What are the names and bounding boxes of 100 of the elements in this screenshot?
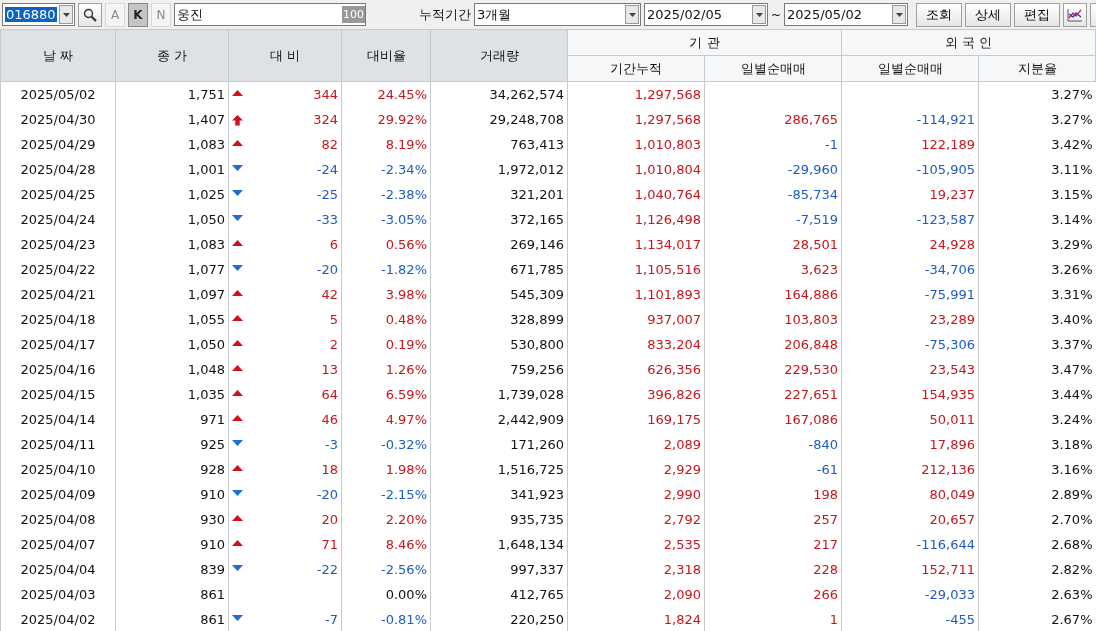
volume-cell: 997,337 (430, 556, 568, 582)
foreign-daily-cell: 122,189 (921, 136, 975, 152)
change-rate-cell: -2.15% (341, 481, 431, 507)
date-cell: 2025/04/02 (0, 606, 116, 631)
change-rate-cell: 0.48% (341, 306, 431, 332)
date-cell: 2025/04/30 (0, 106, 116, 132)
foreign-share-cell: 2.82% (978, 556, 1096, 582)
foreign-daily-cell: 212,136 (921, 461, 975, 477)
volume-cell: 1,739,028 (430, 381, 568, 407)
institution-cumulative-cell: 2,535 (567, 531, 705, 557)
change-cell: -7 (325, 611, 338, 627)
volume-cell: 1,648,134 (430, 531, 568, 557)
date-cell: 2025/04/28 (0, 156, 116, 182)
foreign-share-cell: 3.27% (978, 106, 1096, 132)
date-separator: ~ (771, 7, 782, 22)
change-rate-cell: 0.19% (341, 331, 431, 357)
institution-cumulative-cell: 396,826 (567, 381, 705, 407)
price-cell: 1,048 (115, 356, 229, 382)
foreign-share-cell: 3.16% (978, 456, 1096, 482)
foreign-daily-cell: 24,928 (929, 236, 975, 252)
foreign-daily-cell: 20,657 (929, 511, 975, 527)
date-cell: 2025/04/11 (0, 431, 116, 457)
foreign-daily-cell: -114,921 (916, 111, 975, 127)
date-cell: 2025/04/29 (0, 131, 116, 157)
institution-daily-cell: 3,623 (800, 261, 838, 277)
foreign-share-cell: 3.42% (978, 131, 1096, 157)
institution-daily-cell: -61 (816, 461, 838, 477)
end-date-field[interactable]: 2025/05/02 (784, 3, 909, 26)
change-rate-cell: -2.56% (341, 556, 431, 582)
institution-cumulative-cell: 1,824 (567, 606, 705, 631)
volume-cell: 545,309 (430, 281, 568, 307)
change-rate-cell: -2.34% (341, 156, 431, 182)
change-rate-cell: -3.05% (341, 206, 431, 232)
change-cell: -3 (325, 436, 338, 452)
foreign-daily-cell: 80,049 (929, 486, 975, 502)
institution-daily-cell: 28,501 (792, 236, 838, 252)
chart-button[interactable] (1063, 2, 1087, 27)
date-cell: 2025/05/02 (0, 81, 116, 107)
date-cell: 2025/04/09 (0, 481, 116, 507)
foreign-share-cell: 3.14% (978, 206, 1096, 232)
column-header: 대비율 (341, 29, 431, 82)
date-cell: 2025/04/07 (0, 531, 116, 557)
date-cell: 2025/04/04 (0, 556, 116, 582)
toolbar-button[interactable]: 편집 (1014, 2, 1060, 27)
price-cell: 925 (115, 431, 229, 457)
price-cell: 861 (115, 581, 229, 607)
institution-cumulative-cell: 2,318 (567, 556, 705, 582)
institution-cumulative-cell: 2,929 (567, 456, 705, 482)
search-button[interactable] (78, 2, 102, 27)
period-label: 누적기간 (419, 5, 471, 24)
foreign-daily-cell: 23,543 (929, 361, 975, 377)
change-rate-cell: -0.32% (341, 431, 431, 457)
institution-cumulative-cell: 1,010,803 (567, 131, 705, 157)
toolbar-button[interactable]: 조회 (916, 2, 962, 27)
change-cell: 13 (321, 361, 338, 377)
change-rate-cell: -0.81% (341, 606, 431, 631)
period-dropdown[interactable]: 3개월 (474, 3, 641, 26)
price-cell: 1,001 (115, 156, 229, 182)
foreign-share-cell: 2.70% (978, 506, 1096, 532)
search-icon (83, 7, 97, 22)
foreign-daily-cell: 154,935 (921, 386, 975, 402)
price-cell: 1,050 (115, 331, 229, 357)
change-rate-cell: 29.92% (341, 106, 431, 132)
price-cell: 910 (115, 481, 229, 507)
institution-daily-cell: -7,519 (796, 211, 838, 227)
institution-cumulative-cell: 1,105,516 (567, 256, 705, 282)
foreign-share-cell: 3.37% (978, 331, 1096, 357)
foreign-share-cell: 2.68% (978, 531, 1096, 557)
column-header: 종 가 (115, 29, 229, 82)
change-cell: 42 (321, 286, 338, 302)
institution-daily-cell: 286,765 (784, 111, 838, 127)
institution-cumulative-cell: 1,297,568 (567, 106, 705, 132)
stock-code-field[interactable]: 016880 (2, 3, 75, 26)
institution-daily-cell: 266 (813, 586, 838, 602)
change-rate-cell: -1.82% (341, 256, 431, 282)
volume-cell: 763,413 (430, 131, 568, 157)
price-cell: 928 (115, 456, 229, 482)
toolbar-button[interactable]: 상세 (965, 2, 1011, 27)
change-rate-cell: 1.26% (341, 356, 431, 382)
change-rate-cell: -2.38% (341, 181, 431, 207)
date-cell: 2025/04/24 (0, 206, 116, 232)
foreign-share-cell: 3.15% (978, 181, 1096, 207)
volume-cell: 759,256 (430, 356, 568, 382)
volume-cell: 171,260 (430, 431, 568, 457)
volume-cell: 328,899 (430, 306, 568, 332)
stock-name-field[interactable]: 웅진 100 (174, 3, 366, 26)
market-toggle[interactable]: K (128, 2, 148, 27)
change-rate-cell: 6.59% (341, 381, 431, 407)
institution-cumulative-cell: 1,010,804 (567, 156, 705, 182)
foreign-share-cell: 3.29% (978, 231, 1096, 257)
foreign-daily-cell: 23,289 (929, 311, 975, 327)
start-date-field[interactable]: 2025/02/05 (644, 3, 768, 26)
institution-daily-cell: 228 (813, 561, 838, 577)
column-header: 일별순매매 (704, 55, 842, 82)
volume-cell: 34,262,574 (430, 81, 568, 107)
institution-cumulative-cell: 1,297,568 (567, 81, 705, 107)
price-cell: 1,751 (115, 81, 229, 107)
foreign-daily-cell: -105,905 (916, 161, 975, 177)
price-cell: 1,025 (115, 181, 229, 207)
change-rate-cell: 1.98% (341, 456, 431, 482)
